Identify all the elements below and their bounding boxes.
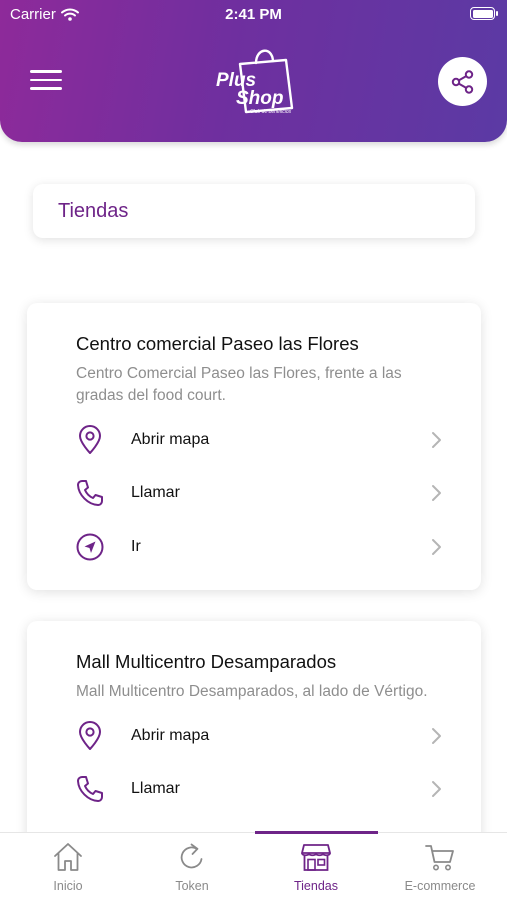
tab-label: Tiendas: [293, 879, 338, 893]
share-icon: [451, 69, 473, 94]
call-action[interactable]: Llamar: [76, 763, 441, 817]
bottom-tab-bar: Inicio Token Tiendas E-commerce: [0, 831, 507, 900]
map-pin-icon: [74, 720, 106, 752]
home-icon: [54, 843, 82, 871]
store-icon: [301, 844, 331, 871]
phone-icon: [74, 477, 106, 509]
action-label: Llamar: [131, 484, 180, 502]
chevron-right-icon: [432, 485, 441, 502]
app-header: Carrier 2:41 PM Plus Shop Club de benefi…: [0, 0, 507, 142]
cart-icon: [425, 845, 454, 871]
logo-line2: Shop: [236, 88, 284, 109]
chevron-right-icon: [432, 727, 441, 744]
store-description: Mall Multicentro Desamparados, al lado d…: [76, 683, 428, 700]
store-name: Mall Multicentro Desamparados: [76, 651, 337, 672]
phone-icon: [74, 773, 106, 805]
battery-icon: [470, 7, 498, 20]
page-title: Tiendas: [58, 199, 129, 222]
store-description: Centro Comercial Paseo las Flores, frent…: [76, 365, 402, 404]
tab-token[interactable]: Token: [129, 833, 255, 900]
chevron-right-icon: [432, 431, 441, 448]
navigate-action[interactable]: Ir: [76, 520, 441, 574]
store-card: Mall Multicentro Desamparados Mall Multi…: [27, 621, 481, 861]
status-bar: Carrier 2:41 PM: [0, 0, 507, 28]
call-action[interactable]: Llamar: [76, 467, 441, 521]
tab-label: E-commerce: [404, 879, 476, 893]
store-card: Centro comercial Paseo las Flores Centro…: [27, 303, 481, 590]
tab-label: Token: [175, 879, 209, 893]
map-pin-icon: [74, 424, 106, 456]
share-button[interactable]: [438, 57, 487, 106]
tab-inicio[interactable]: Inicio: [5, 833, 131, 900]
action-label: Abrir mapa: [131, 430, 210, 448]
logo-tagline: Club de beneficios: [250, 109, 292, 115]
action-label: Llamar: [131, 780, 180, 798]
chevron-right-icon: [432, 781, 441, 798]
status-time: 2:41 PM: [225, 6, 282, 23]
refresh-icon: [180, 843, 203, 869]
action-label: Ir: [131, 537, 141, 555]
hamburger-menu-icon[interactable]: [30, 70, 62, 92]
store-name: Centro comercial Paseo las Flores: [76, 333, 359, 354]
plus-shop-logo: Plus Shop Club de beneficios: [216, 49, 294, 115]
open-map-action[interactable]: Abrir mapa: [76, 709, 441, 763]
action-label: Abrir mapa: [131, 726, 210, 744]
chevron-right-icon: [432, 538, 441, 555]
open-map-action[interactable]: Abrir mapa: [76, 413, 441, 467]
tab-label: Inicio: [53, 879, 83, 893]
page-title-card: Tiendas: [33, 184, 475, 238]
tab-tiendas[interactable]: Tiendas: [253, 833, 379, 900]
tab-ecommerce[interactable]: E-commerce: [377, 833, 503, 900]
navigation-icon: [74, 531, 106, 563]
